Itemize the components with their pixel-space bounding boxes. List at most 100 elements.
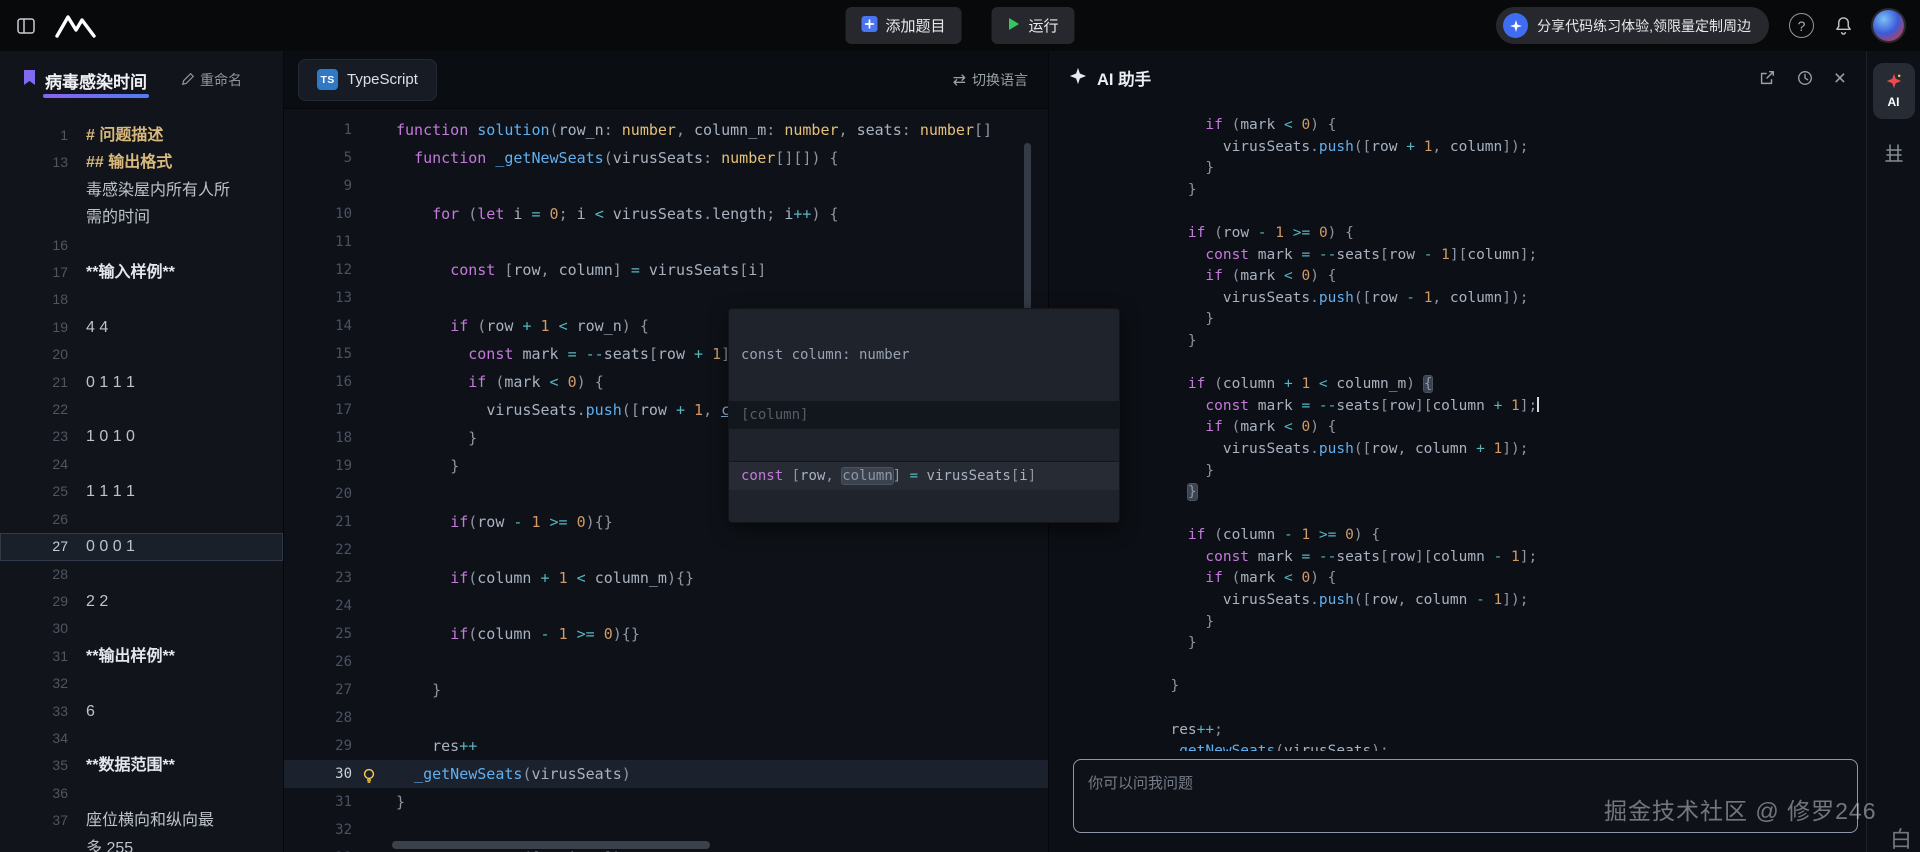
markdown-line[interactable]: 194 4 [0,314,283,341]
markdown-line[interactable]: 16 [0,232,283,259]
markdown-line[interactable]: 34 [0,725,283,752]
code-line[interactable]: 26 [284,648,1048,676]
line-number: 34 [0,725,68,752]
code-line[interactable]: 25 if(column - 1 >= 0){} [284,620,1048,648]
code-line[interactable]: 22 [284,536,1048,564]
line-number: 23 [284,564,352,592]
tab-typescript[interactable]: TS TypeScript [298,59,437,101]
line-number: 17 [0,259,68,286]
markdown-line[interactable]: 31**输出样例** [0,643,283,670]
user-avatar[interactable] [1873,10,1904,41]
line-number: 29 [284,732,352,760]
ai-code-line: } [1153,331,1866,353]
share-banner[interactable]: 分享代码练习体验,领限量定制周边 [1496,7,1769,44]
line-number: 22 [0,396,68,423]
line-number: 26 [284,648,352,676]
ai-question-input[interactable] [1074,760,1857,832]
markdown-text [68,561,86,588]
code-text: const [row, column] = virusSeats[i] [352,256,766,284]
switch-language-button[interactable]: ⇄ 切换语言 [953,70,1028,90]
markdown-line[interactable]: 20 [0,341,283,368]
ai-code-line: if (mark < 0) { [1153,266,1866,288]
markdown-line[interactable]: 多 255 [0,835,283,852]
markdown-line[interactable]: 210 1 1 1 [0,369,283,396]
line-number: 15 [284,340,352,368]
line-number: 33 [284,844,352,852]
markdown-line[interactable]: 270 0 0 1 [0,533,283,560]
rename-button[interactable]: 重命名 [181,70,242,90]
code-line[interactable]: 28 [284,704,1048,732]
code-line[interactable]: 10 for (let i = 0; i < virusSeats.length… [284,200,1048,228]
code-line[interactable]: 31} [284,788,1048,816]
editor-horizontal-scrollbar[interactable] [392,841,710,849]
code-text: function solution(row_n: number, column_… [352,116,992,144]
code-text [352,536,396,564]
code-line[interactable]: 11 [284,228,1048,256]
markdown-line[interactable]: 毒感染屋内所有人所 [0,177,283,204]
typescript-icon: TS [317,69,338,90]
line-number: 23 [0,423,68,450]
code-line[interactable]: 5 function _getNewSeats(virusSeats: numb… [284,144,1048,172]
notification-bell-icon[interactable] [1834,16,1853,35]
markdown-line[interactable]: 13## 输出格式 [0,149,283,176]
ai-code-line: if (mark < 0) { [1153,115,1866,137]
markdown-line[interactable]: 35**数据范围** [0,752,283,779]
code-line[interactable]: 24 [284,592,1048,620]
markdown-line[interactable]: 37座位横向和纵向最 [0,807,283,834]
help-icon[interactable]: ? [1789,13,1814,38]
ai-code-line [1153,201,1866,223]
sidebar-toggle-icon[interactable] [16,16,36,36]
markdown-line[interactable]: 24 [0,451,283,478]
markdown-line[interactable]: 18 [0,286,283,313]
code-line[interactable]: 27 } [284,676,1048,704]
code-line[interactable]: 30 _getNewSeats(virusSeats) [284,760,1048,788]
export-chat-icon[interactable] [1758,69,1776,87]
ai-code-line [1153,504,1866,526]
markdown-line[interactable]: 22 [0,396,283,423]
markdown-line[interactable]: 336 [0,698,283,725]
code-line[interactable]: 12 const [row, column] = virusSeats[i] [284,256,1048,284]
markdown-line[interactable]: 36 [0,780,283,807]
code-line[interactable]: 32 [284,816,1048,844]
code-line[interactable]: 9 [284,172,1048,200]
tab-typescript-label: TypeScript [347,71,418,88]
code-line[interactable]: 29 res++ [284,732,1048,760]
tool-icon[interactable] [1884,143,1904,163]
markdown-line[interactable]: 1# 问题描述 [0,122,283,149]
markdown-line[interactable]: 30 [0,615,283,642]
markdown-text: **输出样例** [68,643,175,670]
share-banner-label: 分享代码练习体验,领限量定制周边 [1537,16,1751,36]
code-line[interactable]: 23 if(column + 1 < column_m){} [284,564,1048,592]
markdown-text [68,506,86,533]
line-number: 13 [0,149,68,176]
markdown-text: 1 1 1 1 [68,478,135,505]
code-text [352,704,396,732]
markdown-line[interactable]: 231 0 1 0 [0,423,283,450]
ai-assistant-panel: AI 助手 × if (mark < 0) { virusSeats.push(… [1048,51,1866,852]
code-text: if(column - 1 >= 0){} [352,620,640,648]
ai-code-line: } [1153,309,1866,331]
markdown-text [68,670,86,697]
ai-assistant-button[interactable]: AI [1873,63,1915,119]
line-number: 10 [284,200,352,228]
ai-code-line [1153,353,1866,375]
history-icon[interactable] [1796,69,1814,87]
line-number: 31 [0,643,68,670]
markdown-line[interactable]: 32 [0,670,283,697]
line-number: 35 [0,752,68,779]
code-line[interactable]: 1function solution(row_n: number, column… [284,116,1048,144]
markdown-line[interactable]: 28 [0,561,283,588]
markdown-line[interactable]: 292 2 [0,588,283,615]
line-number: 33 [0,698,68,725]
run-button[interactable]: 运行 [992,7,1075,44]
line-number: 27 [284,676,352,704]
markdown-line[interactable]: 26 [0,506,283,533]
close-icon[interactable]: × [1834,68,1846,89]
line-number: 22 [284,536,352,564]
markdown-editor[interactable]: 1# 问题描述13## 输出格式毒感染屋内所有人所需的时间1617**输入样例*… [0,109,283,852]
markdown-line[interactable]: 需的时间 [0,204,283,231]
markdown-line[interactable]: 17**输入样例** [0,259,283,286]
markdown-line[interactable]: 251 1 1 1 [0,478,283,505]
add-question-button[interactable]: 添加题目 [845,7,961,44]
markdown-text [68,615,86,642]
